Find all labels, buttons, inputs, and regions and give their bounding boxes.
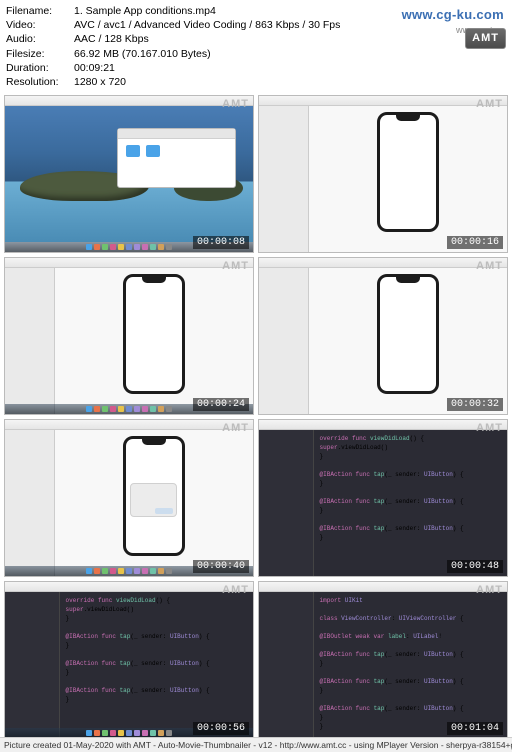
xcode-code-editor: override func viewDidLoad() { super.view… [259,430,507,576]
watermark-url: www.cg-ku.com [402,6,504,24]
xcode-navigator [5,592,60,738]
value-resolution: 1280 x 720 [74,75,506,89]
timestamp: 00:00:56 [193,722,249,735]
desktop-wallpaper [5,106,253,242]
amt-watermark: AMT [222,422,249,434]
thumbnail-4: AMT 00:00:32 [258,257,508,415]
timestamp: 00:00:24 [193,398,249,411]
folder-icon [146,145,160,157]
xcode-code-editor: override func viewDidLoad() { super.view… [5,592,253,738]
timestamp: 00:00:32 [447,398,503,411]
label-duration: Duration: [6,61,74,75]
mac-menubar [5,582,253,592]
code-editor-area: override func viewDidLoad() { super.view… [314,430,507,576]
xcode-navigator [259,592,314,738]
finder-window [117,128,236,188]
thumbnail-2: AMT 00:00:16 [258,95,508,253]
amt-watermark: AMT [222,260,249,272]
phone-notch [396,277,420,283]
code-editor-area: override func viewDidLoad() { super.view… [60,592,253,738]
thumbnail-6: override func viewDidLoad() { super.view… [258,419,508,577]
label-resolution: Resolution: [6,75,74,89]
xcode-navigator [5,430,55,576]
xcode-navigator [259,430,314,576]
code-editor-area: import UIKitclass ViewController: UIView… [314,592,507,738]
amt-watermark: AMT [476,422,503,434]
xcode-window [5,268,253,414]
xcode-navigator [5,268,55,414]
thumbnail-3: AMT 00:00:24 [4,257,254,415]
phone-notch [396,115,420,121]
xcode-canvas [309,106,507,252]
footer-credit: Picture created 01-May-2020 with AMT - A… [0,737,512,752]
thumbnail-1: AMT 00:00:08 [4,95,254,253]
mac-menubar [259,258,507,268]
timestamp: 00:00:08 [193,236,249,249]
xcode-canvas [55,430,253,576]
mac-menubar [5,258,253,268]
label-video: Video: [6,18,74,32]
phone-notch [142,277,166,283]
folder-icon [126,145,140,157]
mac-menubar [259,582,507,592]
amt-watermark: AMT [476,260,503,272]
timestamp: 00:00:16 [447,236,503,249]
xcode-window [5,430,253,576]
timestamp: 00:01:04 [447,722,503,735]
timestamp: 00:00:40 [193,560,249,573]
label-filename: Filename: [6,4,74,18]
alert-button [155,508,173,514]
xcode-canvas [55,268,253,414]
iphone-simulator [377,274,439,394]
xcode-window [259,268,507,414]
ios-alert-dialog [130,483,177,517]
iphone-simulator [123,274,185,394]
mac-menubar [259,96,507,106]
label-filesize: Filesize: [6,47,74,61]
metadata-panel: Filename: 1. Sample App conditions.mp4 V… [0,0,512,93]
thumbnail-7: override func viewDidLoad() { super.view… [4,581,254,739]
xcode-code-editor: import UIKitclass ViewController: UIView… [259,592,507,738]
xcode-navigator [259,106,309,252]
amt-watermark: AMT [222,98,249,110]
phone-notch [142,439,166,445]
amt-watermark: AMT [476,584,503,596]
thumbnail-5: AMT 00:00:40 [4,419,254,577]
label-audio: Audio: [6,32,74,46]
xcode-navigator [259,268,309,414]
amt-watermark: AMT [476,98,503,110]
xcode-canvas [309,268,507,414]
mac-menubar [5,96,253,106]
value-duration: 00:09:21 [74,61,506,75]
xcode-window [259,106,507,252]
iphone-simulator [377,112,439,232]
thumbnail-8: import UIKitclass ViewController: UIView… [258,581,508,739]
amt-badge: AMT [465,28,506,49]
amt-watermark: AMT [222,584,249,596]
thumbnail-grid: AMT 00:00:08 AMT 00:00:16 AMT [0,93,512,743]
finder-toolbar [118,129,235,139]
value-filesize: 66.92 MB (70.167.010 Bytes) [74,47,506,61]
timestamp: 00:00:48 [447,560,503,573]
mac-menubar [259,420,507,430]
iphone-simulator [123,436,185,556]
mac-menubar [5,420,253,430]
